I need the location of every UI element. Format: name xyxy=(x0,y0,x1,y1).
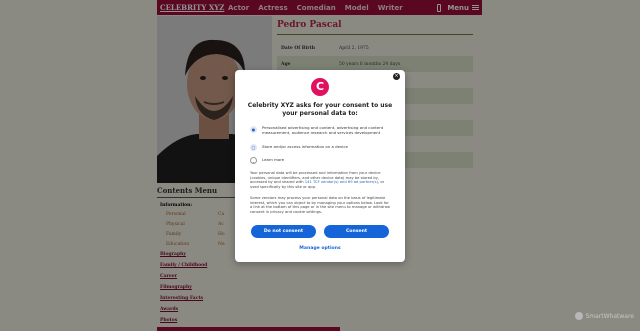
site-logo-icon: C xyxy=(311,78,329,96)
close-icon[interactable]: × xyxy=(393,73,400,80)
manage-options-link[interactable]: Manage options xyxy=(245,246,395,251)
watermark: SmartWhatware xyxy=(575,312,634,320)
consent-dialog: × C Celebrity XYZ asks for your consent … xyxy=(235,70,405,262)
legitimate-interest-notice: Some vendors may process your personal d… xyxy=(250,196,390,215)
processing-notice: Your personal data will be processed and… xyxy=(250,171,390,190)
purpose-text: Store and/or access information on a dev… xyxy=(262,144,348,149)
learn-more-toggle[interactable]: ⌄ Learn more xyxy=(250,157,397,164)
consent-title: Celebrity XYZ asks for your consent to u… xyxy=(247,102,393,117)
purpose-personalised-ads: ● Personalised advertising and content, … xyxy=(250,125,397,136)
do-not-consent-button[interactable]: Do not consent xyxy=(251,225,316,238)
learn-more-label: Learn more xyxy=(262,157,285,162)
purpose-store-access: ▢ Store and/or access information on a d… xyxy=(250,144,397,151)
device-icon: ▢ xyxy=(250,144,257,151)
purpose-text: Personalised advertising and content, ad… xyxy=(262,125,384,135)
consent-button[interactable]: Consent xyxy=(324,225,389,238)
vendors-link[interactable]: 141 TCF vendor(s) and 69 ad partner(s) xyxy=(305,180,378,184)
person-icon: ● xyxy=(250,126,257,133)
watermark-logo-icon xyxy=(575,312,584,320)
watermark-text: SmartWhatware xyxy=(585,312,634,320)
chevron-down-icon: ⌄ xyxy=(250,157,257,164)
